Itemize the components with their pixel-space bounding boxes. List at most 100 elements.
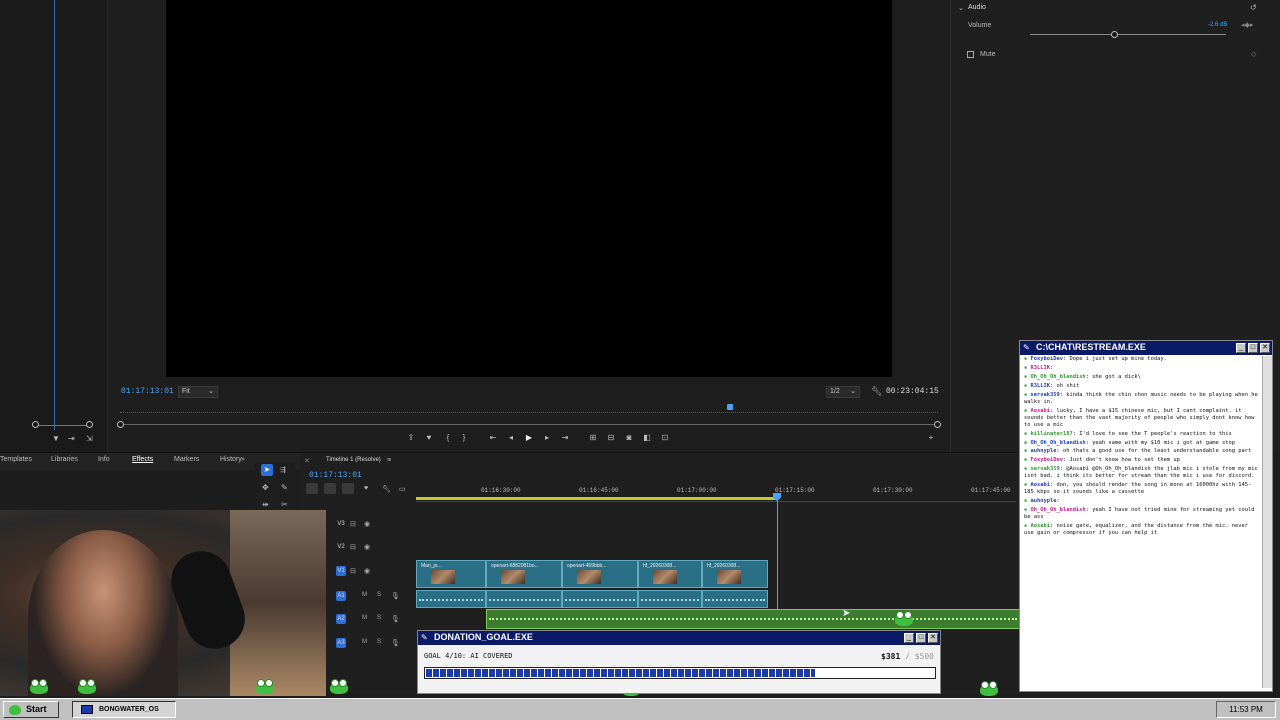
add-marker-icon[interactable]: ♥ <box>424 433 434 443</box>
volume-value[interactable]: -2.6 dB <box>1208 22 1227 28</box>
eye-icon[interactable]: ◉ <box>364 543 370 551</box>
chat-username[interactable]: servak359 <box>1031 392 1060 398</box>
wrench-icon[interactable]: 🔧︎ <box>382 485 391 493</box>
ripple-edit-tool-icon[interactable]: ✥ <box>262 483 269 492</box>
toggle-sync-lock-icon[interactable]: ⊟ <box>350 567 356 575</box>
insert-icon[interactable]: ⊞ <box>588 433 598 443</box>
keyframe-icon[interactable]: ◇ <box>1251 50 1256 58</box>
eye-icon[interactable]: ◉ <box>364 567 370 575</box>
video-clip[interactable]: openart-6882081bo... <box>486 560 562 588</box>
chat-scrollbar[interactable] <box>1262 356 1272 688</box>
snap-toggle-icon[interactable] <box>306 483 318 494</box>
audio-clip[interactable] <box>486 590 562 608</box>
reset-icon[interactable]: ↺ <box>1250 3 1257 12</box>
chat-username[interactable]: Oh_Oh_Oh_blandish <box>1031 440 1086 446</box>
chat-username[interactable]: R3LLIK <box>1031 383 1050 389</box>
selection-tool-icon[interactable]: ➤ <box>261 464 273 476</box>
camera-icon[interactable]: ◙ <box>624 433 634 443</box>
mic-icon[interactable]: 🎙︎ <box>391 639 400 647</box>
solo-track-icon[interactable]: S <box>377 639 381 645</box>
captions-icon[interactable]: ▭ <box>399 485 406 493</box>
start-button[interactable]: Start <box>3 701 59 718</box>
chat-username[interactable]: FoxyboiDev <box>1031 356 1063 362</box>
mark-out-icon[interactable]: } <box>459 433 469 443</box>
chat-username[interactable]: Aosabi <box>1031 523 1050 529</box>
video-clip[interactable]: hf_20260308... <box>702 560 768 588</box>
audio-clip[interactable] <box>562 590 638 608</box>
audio-clip[interactable] <box>416 590 486 608</box>
solo-track-icon[interactable]: S <box>377 615 381 621</box>
zoom-slider-knob-right[interactable] <box>86 421 93 428</box>
go-to-out-icon[interactable]: ⇥ <box>560 433 570 443</box>
slip-tool-icon[interactable]: ⇹ <box>262 500 269 509</box>
mark-in-icon[interactable]: { <box>443 433 453 443</box>
more-tabs-icon[interactable]: » <box>241 456 245 463</box>
chat-username[interactable]: Aosabi <box>1031 408 1050 414</box>
work-area-bar[interactable] <box>416 497 776 500</box>
mute-track-icon[interactable]: M <box>362 615 367 621</box>
zoom-slider-knob-left[interactable] <box>32 421 39 428</box>
pen-tool-icon[interactable]: ✎ <box>281 483 288 492</box>
add-marker-icon[interactable]: ♥ <box>364 485 368 492</box>
overwrite-icon[interactable]: ⊟ <box>606 433 616 443</box>
sequence-nest-icon[interactable] <box>342 483 354 494</box>
audio-clip[interactable] <box>702 590 768 608</box>
chat-username[interactable]: Oh_Oh_Oh_blandish <box>1031 507 1086 513</box>
chat-username[interactable]: auhnyple <box>1031 448 1057 454</box>
close-tab-icon[interactable]: ✕ <box>304 457 310 465</box>
tab-history[interactable]: History <box>220 456 242 463</box>
zoom-slider[interactable] <box>36 425 90 426</box>
toggle-sync-lock-icon[interactable]: ⊟ <box>350 543 356 551</box>
chat-username[interactable]: R3LLIK <box>1031 365 1050 371</box>
play-icon[interactable]: ▶ <box>524 433 534 443</box>
chat-username[interactable]: Aosabi <box>1031 482 1050 488</box>
timeline-playhead[interactable] <box>777 494 778 614</box>
filter-icon[interactable]: ▼ <box>52 434 60 443</box>
go-to-in-icon[interactable]: ⇤ <box>488 433 498 443</box>
tab-info[interactable]: Info <box>98 456 110 463</box>
track-label-v1[interactable]: V1 <box>336 566 346 576</box>
monitor-current-timecode[interactable]: 01:17:13:01 <box>121 387 174 396</box>
settings-icon[interactable]: ⊡ <box>660 433 670 443</box>
monitor-playhead-marker[interactable] <box>727 404 733 410</box>
mic-icon[interactable]: 🎙︎ <box>391 615 400 623</box>
minimize-icon[interactable]: _ <box>1236 343 1246 353</box>
step-forward-icon[interactable]: ▸ <box>542 433 552 443</box>
chat-title-bar[interactable]: ✎ C:\CHAT\RESTREAM.EXE _ □ ✕ <box>1020 341 1272 355</box>
monitor-zoom-knob-right[interactable] <box>934 421 941 428</box>
monitor-zoom-knob-left[interactable] <box>117 421 124 428</box>
resolution-dropdown[interactable]: 1/2 ⌄ <box>826 386 860 398</box>
keyframe-nav-icon[interactable]: ◂◆▸ <box>1241 21 1253 29</box>
track-label-a1[interactable]: A1 <box>336 591 346 601</box>
video-clip[interactable]: openart-459bbb... <box>562 560 638 588</box>
toggle-sync-lock-icon[interactable]: ⊟ <box>350 520 356 528</box>
chat-username[interactable]: killinater187 <box>1031 431 1073 437</box>
timeline-tab[interactable]: Timeline 1 (Resolve) <box>326 457 381 463</box>
timeline-timecode[interactable]: 01:17:13:01 <box>309 471 362 480</box>
export-icon[interactable]: ⇲ <box>86 434 93 443</box>
tab-libraries[interactable]: Libraries <box>51 456 78 463</box>
donation-title-bar[interactable]: ✎ DONATION_GOAL.EXE _ □ ✕ <box>418 631 940 645</box>
monitor-mini-ruler[interactable] <box>120 405 938 413</box>
timeline-ruler[interactable] <box>416 501 1016 502</box>
volume-slider[interactable] <box>1030 34 1226 35</box>
tab-markers[interactable]: Markers <box>174 456 199 463</box>
razor-tool-icon[interactable]: ✂ <box>281 500 288 509</box>
track-select-tool-icon[interactable]: ⇶ <box>280 466 286 474</box>
comparison-icon[interactable]: ◧ <box>642 433 652 443</box>
linked-selection-icon[interactable] <box>324 483 336 494</box>
wrench-icon[interactable]: 🔧︎ <box>871 386 882 397</box>
mic-icon[interactable]: 🎙︎ <box>391 592 400 600</box>
step-forward-icon[interactable]: ⇥ <box>68 434 75 443</box>
track-label-a2[interactable]: A2 <box>336 614 346 624</box>
music-audio-clip[interactable] <box>486 609 1020 629</box>
close-icon[interactable]: ✕ <box>928 633 938 643</box>
video-clip[interactable]: Man_jo... <box>416 560 486 588</box>
eye-icon[interactable]: ◉ <box>364 520 370 528</box>
monitor-zoom-bar[interactable] <box>120 424 938 425</box>
chat-username[interactable]: FoxyboiDev <box>1031 457 1063 463</box>
mute-track-icon[interactable]: M <box>362 592 367 598</box>
minimize-icon[interactable]: _ <box>904 633 914 643</box>
track-label-a3[interactable]: A3 <box>336 638 346 648</box>
audio-clip[interactable] <box>638 590 702 608</box>
